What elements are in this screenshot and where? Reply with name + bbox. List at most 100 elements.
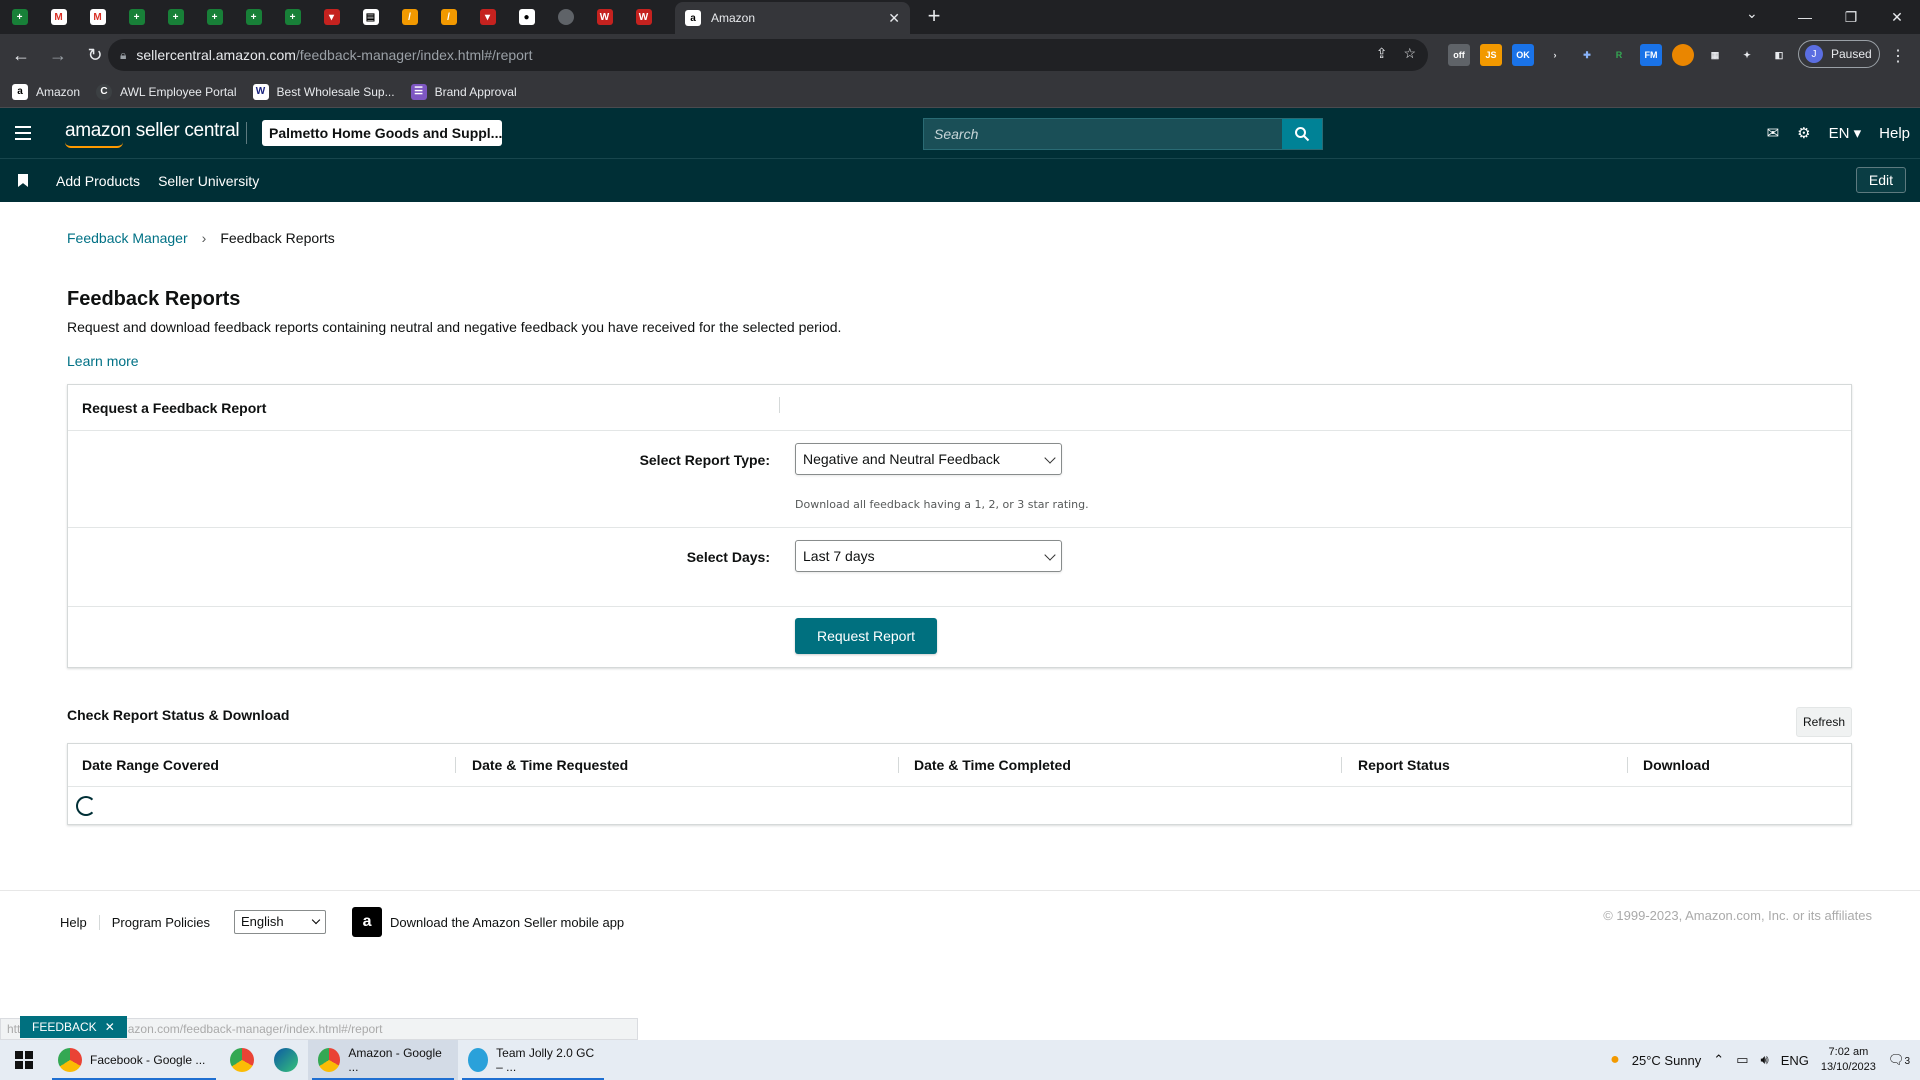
pinned-tab-sheets[interactable]: + <box>117 0 156 34</box>
volume-icon[interactable]: 🔊︎ <box>1760 1052 1768 1068</box>
edit-button[interactable]: Edit <box>1855 167 1906 193</box>
pinned-tab-doc[interactable]: ▤ <box>351 0 390 34</box>
refresh-button[interactable]: Refresh <box>1796 707 1852 737</box>
bookmark-icon[interactable] <box>18 174 28 187</box>
pinned-tab-sheets[interactable]: + <box>156 0 195 34</box>
close-icon[interactable]: ✕ <box>105 1020 115 1034</box>
footer-help-link[interactable]: Help <box>48 915 99 930</box>
subnav-seller-university[interactable]: Seller University <box>158 173 259 189</box>
close-window-icon[interactable]: ✕ <box>1874 0 1920 34</box>
pinned-tab-gmail[interactable]: M <box>39 0 78 34</box>
bookmark-item[interactable]: ☰ Brand Approval <box>410 83 517 100</box>
extension-icon[interactable]: ✚ <box>1576 44 1598 66</box>
pinned-tab-red[interactable]: ▾ <box>312 0 351 34</box>
mobile-app-label: Download the Amazon Seller mobile app <box>390 914 625 930</box>
address-bar[interactable]: 🔒︎ sellercentral.amazon.com /feedback-ma… <box>108 39 1428 71</box>
tab-title: Amazon <box>711 11 756 25</box>
extension-icon[interactable]: R <box>1608 44 1630 66</box>
feedback-tab[interactable]: FEEDBACK ✕ <box>20 1016 127 1038</box>
seller-central-logo[interactable]: amazon seller central <box>65 120 240 148</box>
loading-spinner-icon <box>76 796 96 816</box>
qr-icon[interactable]: ▦ <box>1704 44 1726 66</box>
column-header[interactable]: Download <box>1643 757 1710 773</box>
bookmark-item[interactable]: a Amazon <box>12 83 80 100</box>
extension-icon[interactable]: off <box>1448 44 1470 66</box>
help-link[interactable]: Help <box>1879 125 1910 142</box>
taskbar-chrome[interactable] <box>220 1040 264 1080</box>
extension-icon[interactable]: › <box>1544 44 1566 66</box>
pinned-tab-red[interactable]: ▾ <box>468 0 507 34</box>
breadcrumb-feedback-manager[interactable]: Feedback Manager <box>67 230 188 246</box>
close-icon[interactable]: ✕ <box>888 10 900 27</box>
pinned-tab-tool[interactable]: / <box>390 0 429 34</box>
forward-icon[interactable]: → <box>42 39 74 71</box>
restore-icon[interactable]: ❐ <box>1828 0 1874 34</box>
column-header[interactable]: Report Status <box>1358 757 1450 773</box>
column-divider <box>898 757 899 773</box>
footer-program-policies-link[interactable]: Program Policies <box>98 914 222 930</box>
chrome-icon <box>318 1048 341 1072</box>
active-tab[interactable]: a Amazon ✕ <box>675 2 910 34</box>
input-language[interactable]: ENG <box>1781 1053 1809 1068</box>
extension-icon[interactable]: OK <box>1512 44 1534 66</box>
taskbar-edge[interactable] <box>264 1040 308 1080</box>
weather-text[interactable]: 25°C Sunny <box>1632 1053 1702 1068</box>
notification-icon[interactable]: 🗨︎3 <box>1888 1052 1910 1068</box>
bookmark-item[interactable]: W Best Wholesale Sup... <box>252 83 395 100</box>
search-input[interactable] <box>924 119 1282 149</box>
search-icon <box>1295 127 1310 142</box>
network-icon[interactable]: ▭ <box>1736 1052 1748 1068</box>
pinned-tab-gmail[interactable]: M <box>78 0 117 34</box>
column-header[interactable]: Date & Time Requested <box>472 757 628 773</box>
language-selector[interactable]: EN ▾ <box>1829 124 1862 142</box>
extension-icon[interactable]: FM <box>1640 44 1662 66</box>
store-selector[interactable]: Palmetto Home Goods and Suppl... <box>262 120 502 146</box>
minimize-icon[interactable]: — <box>1782 0 1828 34</box>
puzzle-icon[interactable]: ✦ <box>1736 44 1758 66</box>
request-report-button[interactable]: Request Report <box>795 618 937 654</box>
gear-icon[interactable]: ⚙ <box>1797 124 1810 142</box>
report-type-select[interactable]: Negative and Neutral Feedback <box>795 443 1062 475</box>
column-divider <box>455 757 456 773</box>
search-button[interactable] <box>1282 119 1322 149</box>
windows-start-icon[interactable] <box>0 1040 48 1080</box>
star-icon[interactable]: ☆ <box>1403 45 1416 62</box>
pinned-tab-sheets[interactable]: + <box>273 0 312 34</box>
tab-search-icon[interactable]: ⌄ <box>1746 5 1758 22</box>
column-header[interactable]: Date Range Covered <box>82 757 219 773</box>
column-divider <box>1627 757 1628 773</box>
mail-icon[interactable]: ✉ <box>1767 124 1780 142</box>
new-tab-button[interactable]: + <box>922 5 946 29</box>
share-icon[interactable]: ⇪ <box>1376 45 1388 62</box>
subnav-add-products[interactable]: Add Products <box>56 173 140 189</box>
extension-icon[interactable] <box>1672 44 1694 66</box>
taskbar-app-telegram[interactable]: Team Jolly 2.0 GC – ... <box>458 1040 608 1080</box>
menu-icon[interactable] <box>0 108 46 158</box>
pinned-tab-ww[interactable]: W <box>624 0 663 34</box>
footer-language-select[interactable]: English <box>234 910 327 934</box>
profile-button[interactable]: J Paused <box>1798 40 1880 68</box>
back-icon[interactable]: ← <box>5 39 37 71</box>
pinned-tab-sheets[interactable]: + <box>234 0 273 34</box>
clock[interactable]: 7:02 am 13/10/2023 <box>1821 1045 1876 1075</box>
window-controls: — ❐ ✕ <box>1782 0 1920 34</box>
taskbar-app-amazon[interactable]: Amazon - Google ... <box>308 1040 458 1080</box>
more-vert-icon[interactable]: ⋮ <box>1890 46 1906 66</box>
pinned-tab-sheets[interactable]: + <box>0 0 39 34</box>
pinned-tab-globe[interactable] <box>546 0 585 34</box>
column-header[interactable]: Date & Time Completed <box>914 757 1071 773</box>
taskbar-app-facebook[interactable]: Facebook - Google ... <box>48 1040 220 1080</box>
learn-more-link[interactable]: Learn more <box>67 353 139 369</box>
sheets-icon: + <box>245 9 262 25</box>
pinned-tab-tool[interactable]: / <box>429 0 468 34</box>
reload-icon[interactable]: ↻ <box>79 39 111 71</box>
mobile-app-download[interactable]: a Download the Amazon Seller mobile app <box>352 907 624 937</box>
extension-icon[interactable]: JS <box>1480 44 1502 66</box>
days-select[interactable]: Last 7 days <box>795 540 1062 572</box>
pinned-tab-ww[interactable]: W <box>585 0 624 34</box>
sidepanel-icon[interactable]: ◧ <box>1768 44 1790 66</box>
chevron-up-icon[interactable]: ⌃ <box>1713 1052 1724 1068</box>
bookmark-item[interactable]: C AWL Employee Portal <box>96 83 237 100</box>
pinned-tab-sheets[interactable]: + <box>195 0 234 34</box>
pinned-tab-dark[interactable]: ● <box>507 0 546 34</box>
